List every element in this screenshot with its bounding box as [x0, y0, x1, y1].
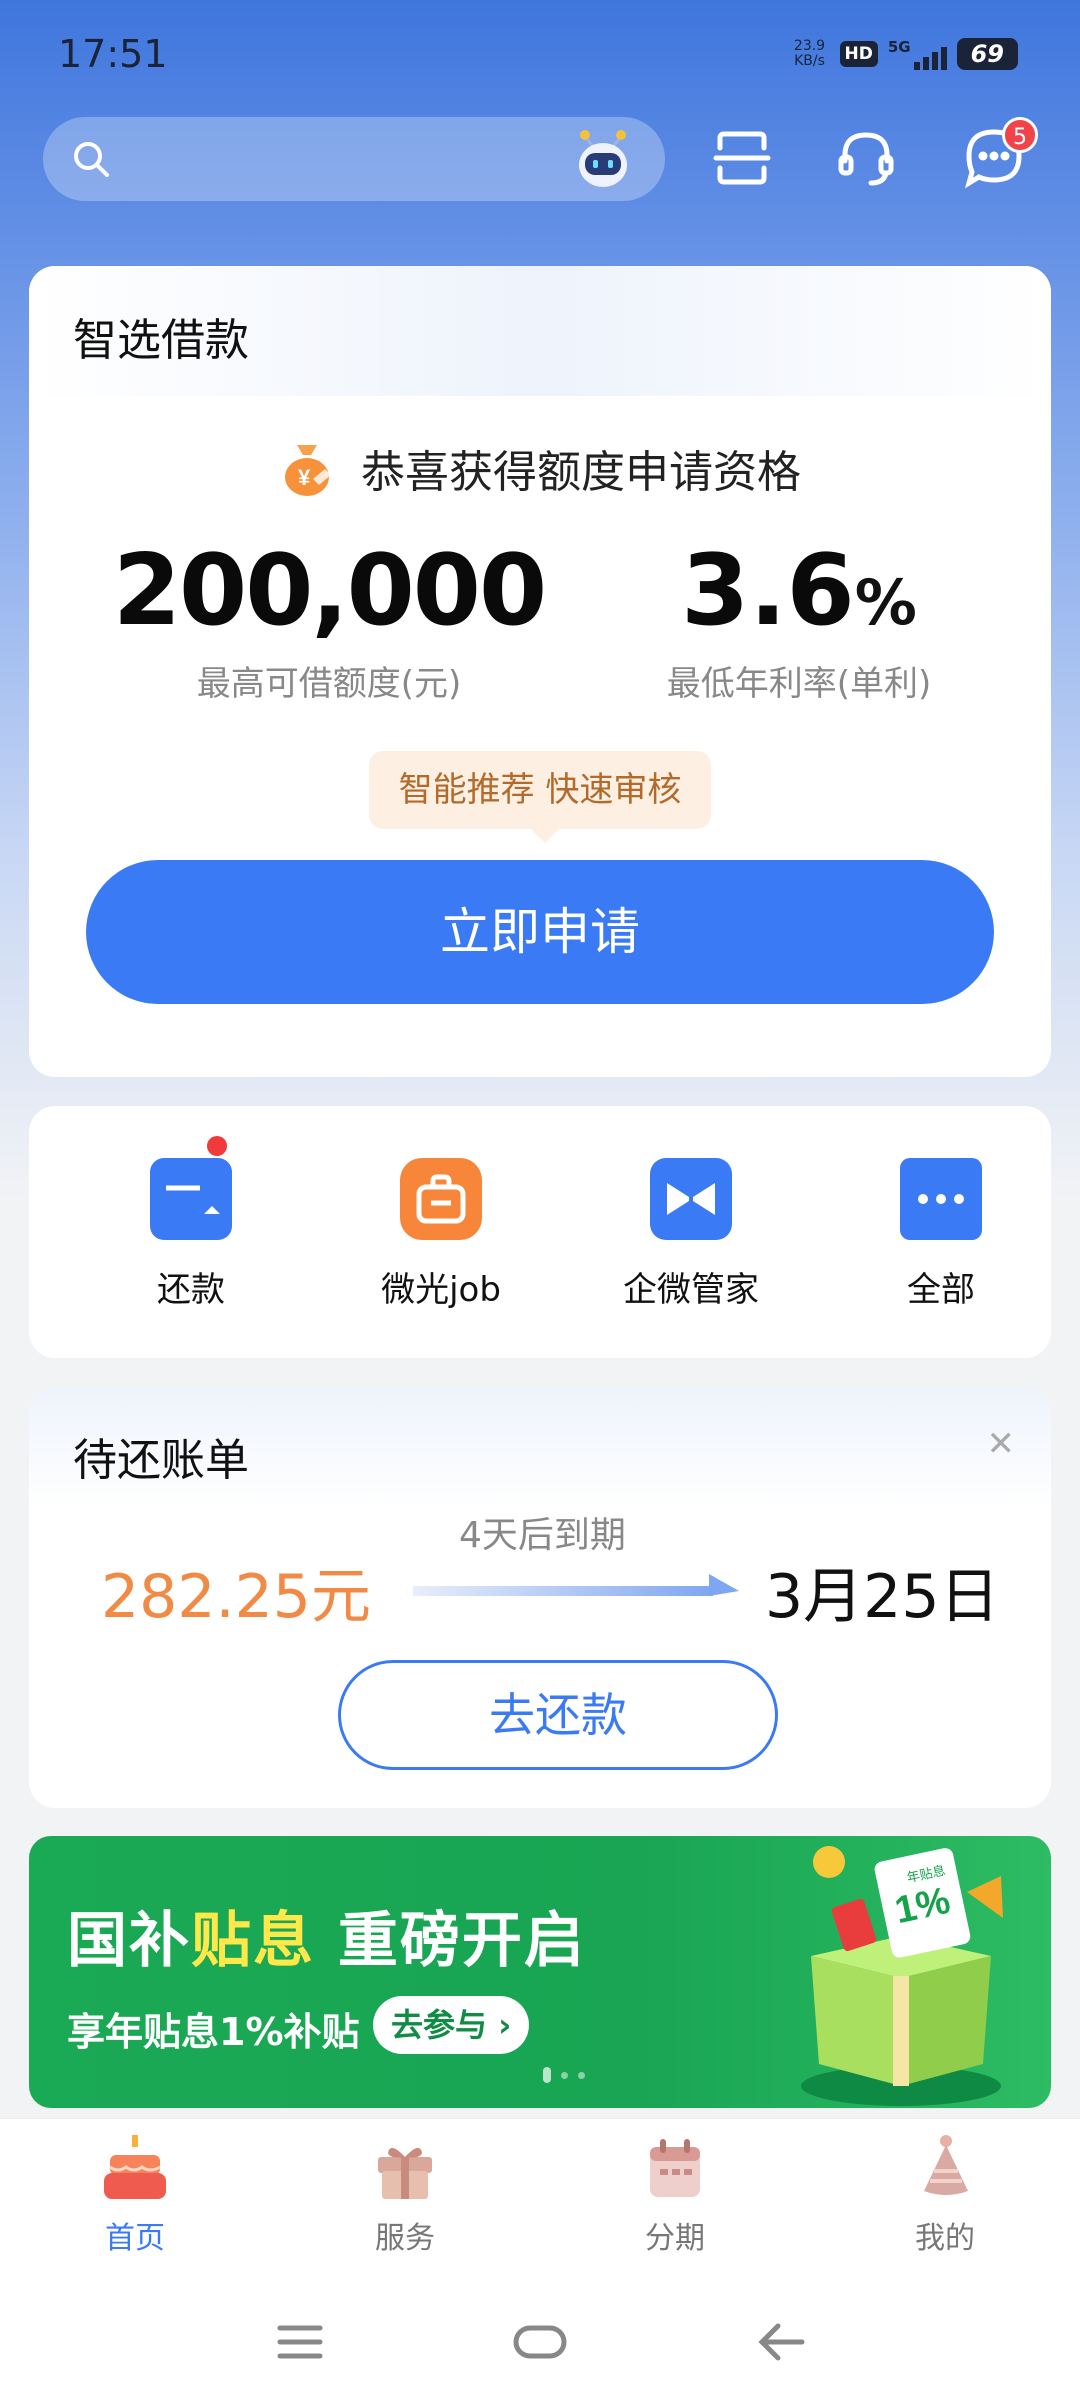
scan-icon[interactable] [706, 122, 778, 194]
max-amount-label: 最高可借额度(元) [196, 664, 462, 704]
back-icon[interactable] [756, 2320, 806, 2364]
quick-action-all[interactable]: 全部 [816, 1158, 1051, 1311]
quick-action-label: 还款 [157, 1270, 225, 1310]
calendar-icon [650, 2139, 700, 2197]
bowtie-icon [650, 1158, 732, 1240]
participate-button[interactable]: 去参与 › [373, 1996, 530, 2054]
carousel-indicator [543, 2067, 585, 2083]
min-rate-block: 3.6% 最低年利率(单利) [589, 534, 1009, 705]
battery-icon: 69 [956, 38, 1018, 70]
notification-dot [207, 1136, 227, 1156]
max-amount-block: 200,000 最高可借额度(元) [29, 534, 629, 705]
party-hat-icon [924, 2135, 968, 2195]
briefcase-icon [400, 1158, 482, 1240]
status-time: 17:51 [58, 32, 168, 76]
tab-installment[interactable]: 分期 [575, 2133, 775, 2257]
svg-text:¥: ¥ [298, 465, 311, 490]
status-icons: 23.9 KB/s HD 5G 69 [790, 38, 1018, 70]
congrats-row: ¥ 恭喜获得额度申请资格 [29, 436, 1051, 500]
banner-headline: 国补贴息 重磅开启 [67, 1906, 586, 1976]
banner-subline: 享年贴息1%补贴 [67, 2010, 360, 2054]
arrow-icon [413, 1574, 739, 1596]
due-date: 3月25日 [765, 1562, 1000, 1632]
cake-icon [104, 2135, 166, 2199]
tab-home[interactable]: 首页 [35, 2133, 235, 2257]
quick-action-repay[interactable]: 还款 [66, 1158, 316, 1311]
quick-action-label: 企微管家 [623, 1270, 759, 1310]
pending-bill-card: 待还账单 ✕ 4天后到期 282.25元 3月25日 去还款 [29, 1388, 1051, 1808]
close-icon[interactable]: ✕ [987, 1424, 1016, 1464]
tab-mine[interactable]: 我的 [845, 2133, 1045, 2257]
quick-actions-card: 还款 微光job 企微管家 全部 [29, 1106, 1051, 1358]
apply-now-button[interactable]: 立即申请 [86, 860, 994, 1004]
more-dots-icon [900, 1158, 982, 1240]
loan-card-title: 智选借款 [73, 315, 249, 366]
ai-assistant-icon[interactable] [571, 127, 635, 195]
message-badge: 5 [1002, 117, 1038, 153]
min-rate-label: 最低年利率(单利) [666, 664, 932, 704]
gift-box-illustration: 1% 年贴息 [801, 1846, 1003, 2106]
recommend-tip: 智能推荐 快速审核 [369, 751, 711, 843]
bottom-tab-bar: 首页 服务 分期 我的 [0, 2118, 1080, 2286]
repay-card-icon [150, 1158, 232, 1240]
status-bar: 17:51 23.9 KB/s HD 5G 69 [0, 0, 1080, 110]
repay-button[interactable]: 去还款 [338, 1660, 778, 1770]
network-speed: 23.9 KB/s [793, 38, 826, 69]
customer-service-icon[interactable] [830, 122, 902, 194]
quick-action-job[interactable]: 微光job [316, 1158, 566, 1311]
loan-card: 智选借款 ¥ 恭喜获得额度申请资格 200,000 最高可借额度(元) 3.6%… [29, 266, 1051, 1077]
menu-icon[interactable] [276, 2322, 324, 2362]
search-bar[interactable] [43, 117, 665, 201]
bill-title: 待还账单 [73, 1435, 249, 1486]
quick-action-label: 微光job [381, 1270, 501, 1310]
min-rate-unit: % [854, 566, 917, 639]
search-icon [71, 139, 111, 183]
min-rate-value: 3.6 [681, 534, 855, 648]
signal-icon: 5G [888, 38, 947, 70]
due-countdown: 4天后到期 [459, 1515, 626, 1556]
max-amount-value: 200,000 [112, 534, 547, 648]
congrats-text: 恭喜获得额度申请资格 [361, 447, 801, 498]
home-icon[interactable] [512, 2322, 568, 2362]
quick-action-label: 全部 [907, 1270, 975, 1310]
system-navigation-bar [0, 2286, 1080, 2400]
gift-box-icon [378, 2147, 432, 2199]
tab-service[interactable]: 服务 [305, 2133, 505, 2257]
quick-action-wecom[interactable]: 企微管家 [566, 1158, 816, 1311]
bill-amount: 282.25元 [101, 1562, 371, 1632]
hd-icon: HD [839, 41, 878, 67]
promo-banner[interactable]: 国补贴息 重磅开启 享年贴息1%补贴 去参与 › 1% 年贴息 [29, 1836, 1051, 2108]
money-bag-icon: ¥ [285, 445, 331, 496]
